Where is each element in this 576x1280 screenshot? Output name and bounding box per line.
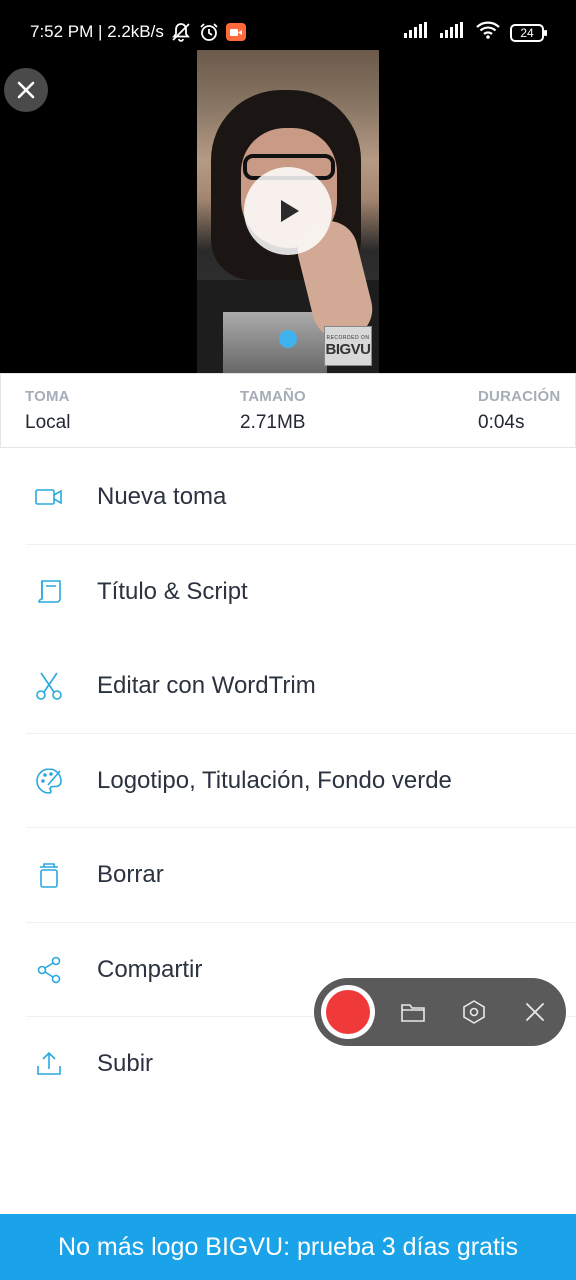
close-icon bbox=[526, 1003, 544, 1021]
play-button[interactable] bbox=[244, 167, 332, 255]
menu-item-editar-wordtrim[interactable]: Editar con WordTrim bbox=[0, 639, 576, 734]
record-button[interactable] bbox=[321, 985, 375, 1039]
share-icon bbox=[34, 955, 64, 985]
status-left: 7:52 PM | 2.2kB/s bbox=[30, 21, 246, 43]
folder-icon bbox=[401, 1004, 425, 1022]
trash-icon bbox=[34, 860, 64, 890]
hexagon-settings-icon bbox=[463, 1000, 485, 1024]
menu-item-borrar[interactable]: Borrar bbox=[0, 828, 576, 923]
wifi-icon bbox=[476, 21, 500, 44]
play-icon bbox=[281, 200, 299, 222]
menu-item-label: Logotipo, Titulación, Fondo verde bbox=[97, 766, 452, 794]
info-duracion-value: 0:04s bbox=[478, 412, 525, 433]
menu-item-label: Borrar bbox=[97, 861, 164, 889]
menu-item-label: Editar con WordTrim bbox=[97, 672, 316, 700]
menu-item-titulo-script[interactable]: Título & Script bbox=[0, 545, 576, 640]
close-recorder-button[interactable] bbox=[521, 998, 549, 1026]
info-toma-value: Local bbox=[25, 412, 71, 433]
status-right: 24 bbox=[404, 21, 547, 44]
info-tamano-label: TAMAÑO bbox=[240, 388, 306, 405]
folder-button[interactable] bbox=[399, 998, 427, 1026]
info-toma-label: TOMA bbox=[25, 388, 70, 405]
script-icon bbox=[34, 577, 64, 607]
menu-item-label: Subir bbox=[97, 1050, 154, 1078]
menu-item-logotipo[interactable]: Logotipo, Titulación, Fondo verde bbox=[0, 734, 576, 828]
close-video-button[interactable] bbox=[4, 68, 48, 112]
screen-recorder-icon bbox=[225, 23, 246, 41]
menu-item-label: Compartir bbox=[97, 955, 203, 983]
video-camera-icon bbox=[34, 482, 64, 512]
promo-banner[interactable]: No más logo BIGVU: prueba 3 días gratis bbox=[0, 1214, 576, 1280]
bigvu-watermark: RECORDED ON BIGVU bbox=[324, 326, 372, 366]
upload-icon bbox=[34, 1049, 64, 1079]
signal-icon-2 bbox=[440, 22, 466, 43]
palette-icon bbox=[34, 766, 64, 796]
floating-recorder-toolbar bbox=[314, 978, 566, 1046]
record-dot-icon bbox=[326, 990, 370, 1034]
info-duracion-label: DURACIÓN bbox=[478, 388, 561, 405]
settings-button[interactable] bbox=[460, 998, 488, 1026]
menu-item-label: Nueva toma bbox=[97, 483, 227, 511]
close-icon bbox=[17, 81, 35, 99]
take-info-row: TOMA Local TAMAÑO 2.71MB DURACIÓN 0:04s bbox=[0, 373, 576, 448]
alarm-clock-icon bbox=[198, 21, 220, 43]
touch-indicator bbox=[279, 330, 297, 348]
info-duracion: DURACIÓN 0:04s bbox=[478, 388, 560, 434]
info-toma: TOMA Local bbox=[25, 388, 70, 434]
info-tamano: TAMAÑO 2.71MB bbox=[240, 388, 306, 434]
menu-item-label: Título & Script bbox=[97, 577, 248, 605]
status-time: 7:52 PM | 2.2kB/s bbox=[30, 22, 164, 41]
video-header: 7:52 PM | 2.2kB/s 24 RECORDED ON BIGVU bbox=[0, 0, 576, 373]
battery-icon: 24 bbox=[510, 23, 547, 42]
menu-item-nueva-toma[interactable]: Nueva toma bbox=[0, 450, 576, 545]
watermark-logo-text: BIGVU bbox=[325, 340, 371, 358]
scissors-icon bbox=[34, 671, 64, 701]
info-tamano-value: 2.71MB bbox=[240, 412, 306, 433]
signal-icon bbox=[404, 22, 430, 43]
video-shirt-print bbox=[223, 312, 327, 373]
mute-bell-icon bbox=[170, 21, 192, 43]
